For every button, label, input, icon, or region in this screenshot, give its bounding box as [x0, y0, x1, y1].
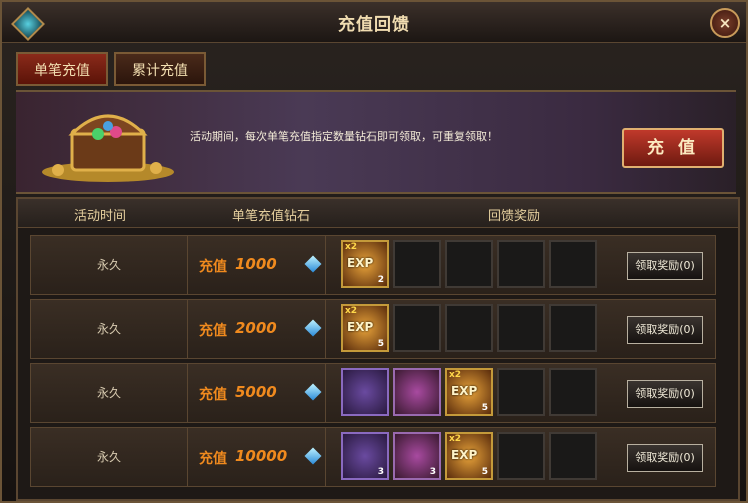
- table-row: 永久 充值 1000 x2 EXP 2 领取奖励(0): [30, 235, 716, 295]
- reward-qty: 5: [481, 403, 488, 413]
- event-description: 活动期间，每次单笔充值指定数量钻石即可领取，可重复领取！: [190, 130, 498, 143]
- exp-label: EXP: [347, 256, 374, 270]
- exp-reward-icon[interactable]: x2 EXP 5: [445, 368, 493, 416]
- table-row: 永久 充值 10000 3 3 x2 EXP 5 领取奖励(0): [30, 427, 716, 487]
- table-row: 永久 充值 5000 x2 EXP 5 领取奖励(0): [30, 363, 716, 423]
- empty-slot: [445, 240, 493, 288]
- amount-value: 1000: [235, 255, 277, 273]
- exp-reward-icon[interactable]: x2 EXP 5: [341, 304, 389, 352]
- empty-slot: [497, 368, 545, 416]
- reward-qty: 2: [377, 275, 384, 285]
- row-time: 永久: [31, 364, 188, 422]
- amount-value: 10000: [235, 447, 288, 465]
- recharge-button[interactable]: 充 值: [622, 128, 724, 168]
- reward-qty: 3: [429, 467, 436, 477]
- tab-cumulative-recharge[interactable]: 累计充值: [114, 52, 206, 86]
- header-reward: 回馈奖励: [488, 209, 541, 224]
- empty-slot: [549, 432, 597, 480]
- empty-slot: [549, 240, 597, 288]
- reward-table: 活动时间 单笔充值钻石 回馈奖励 永久 充值 1000 x2 EXP 2 领取奖…: [16, 197, 740, 501]
- treasure-chest-icon: [42, 114, 174, 182]
- header-time: 活动时间: [74, 209, 127, 224]
- title-bar: 充值回馈 ×: [2, 2, 746, 43]
- amount-value: 2000: [235, 319, 277, 337]
- table-header: 活动时间 单笔充值钻石 回馈奖励: [18, 199, 738, 228]
- amount-value: 5000: [235, 383, 277, 401]
- empty-slot: [393, 304, 441, 352]
- recharge-reward-window: 充值回馈 × 单笔充值 累计充值 活动期间，每次单笔充值指定数量钻石即可领取，可…: [0, 0, 748, 503]
- empty-slot: [549, 368, 597, 416]
- empty-slot: [445, 304, 493, 352]
- amount-label: 充值: [199, 387, 227, 403]
- horn-reward-icon[interactable]: [341, 368, 389, 416]
- exp-label: EXP: [451, 384, 478, 398]
- claim-reward-button[interactable]: 领取奖励(0): [627, 380, 703, 408]
- empty-slot: [497, 432, 545, 480]
- diamond-icon: [304, 319, 322, 337]
- row-amount: 充值 2000: [187, 300, 326, 358]
- row-amount: 充值 1000: [187, 236, 326, 294]
- diamond-icon: [304, 447, 322, 465]
- empty-slot: [497, 240, 545, 288]
- event-banner: 活动期间，每次单笔充值指定数量钻石即可领取，可重复领取！ 充 值: [16, 90, 736, 194]
- row-amount: 充值 5000: [187, 364, 326, 422]
- reward-qty: 5: [377, 339, 384, 349]
- empty-slot: [549, 304, 597, 352]
- row-time: 永久: [31, 300, 188, 358]
- exp-label: EXP: [347, 320, 374, 334]
- header-amount: 单笔充值钻石: [232, 209, 311, 224]
- exp-reward-icon[interactable]: x2 EXP 5: [445, 432, 493, 480]
- reward-qty: 5: [481, 467, 488, 477]
- multiplier-label: x2: [449, 370, 462, 380]
- amount-label: 充值: [199, 259, 227, 275]
- gem-reward-icon[interactable]: [393, 368, 441, 416]
- amount-label: 充值: [199, 451, 227, 467]
- empty-slot: [393, 240, 441, 288]
- claim-reward-button[interactable]: 领取奖励(0): [627, 252, 703, 280]
- diamond-icon: [304, 255, 322, 273]
- horn-reward-icon[interactable]: 3: [341, 432, 389, 480]
- exp-reward-icon[interactable]: x2 EXP 2: [341, 240, 389, 288]
- row-time: 永久: [31, 236, 188, 294]
- claim-reward-button[interactable]: 领取奖励(0): [627, 316, 703, 344]
- close-button[interactable]: ×: [710, 8, 740, 38]
- diamond-icon: [304, 383, 322, 401]
- claim-reward-button[interactable]: 领取奖励(0): [627, 444, 703, 472]
- table-row: 永久 充值 2000 x2 EXP 5 领取奖励(0): [30, 299, 716, 359]
- row-time: 永久: [31, 428, 188, 486]
- gem-reward-icon[interactable]: 3: [393, 432, 441, 480]
- window-title: 充值回馈: [338, 15, 410, 35]
- multiplier-label: x2: [449, 434, 462, 444]
- tab-single-recharge[interactable]: 单笔充值: [16, 52, 108, 86]
- exp-label: EXP: [451, 448, 478, 462]
- reward-qty: 3: [377, 467, 384, 477]
- multiplier-label: x2: [345, 242, 358, 252]
- empty-slot: [497, 304, 545, 352]
- multiplier-label: x2: [345, 306, 358, 316]
- amount-label: 充值: [199, 323, 227, 339]
- row-amount: 充值 10000: [187, 428, 326, 486]
